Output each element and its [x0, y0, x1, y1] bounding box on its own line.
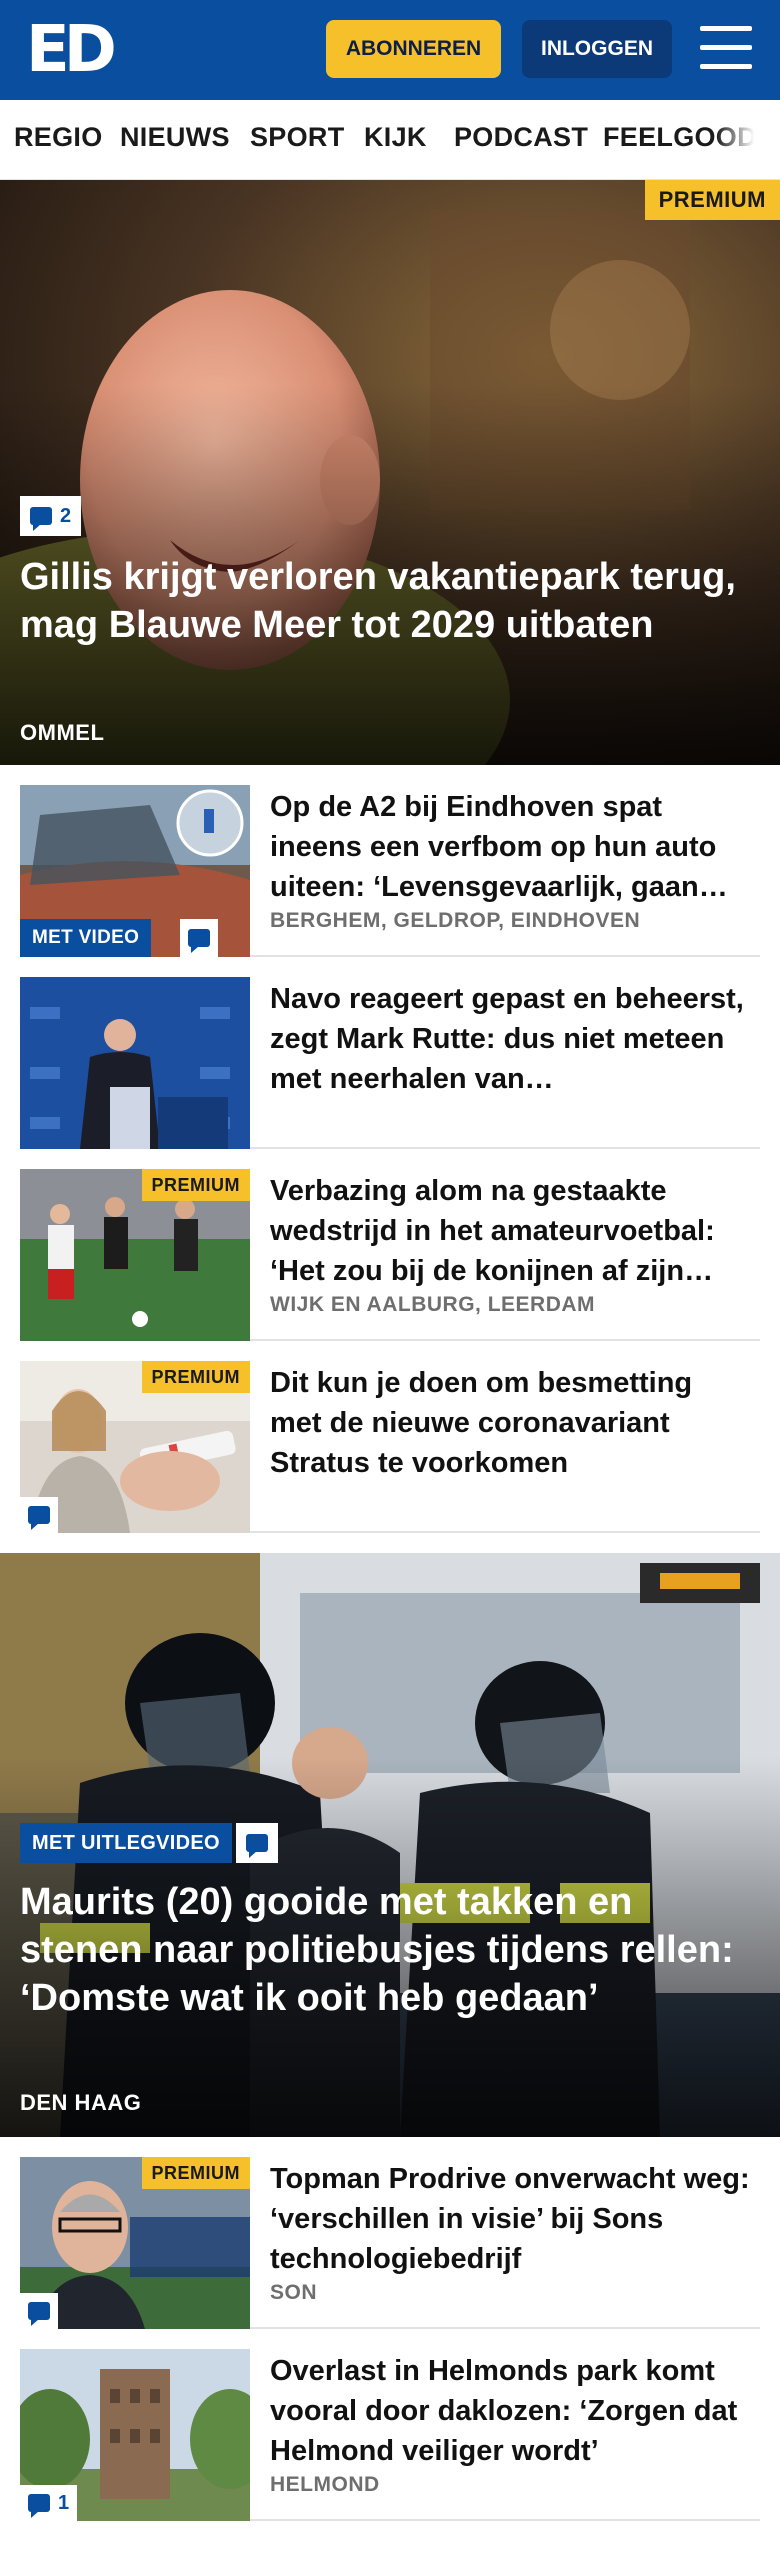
premium-badge: PREMIUM [141, 2157, 250, 2189]
list-item[interactable]: PREMIUM Topman Prodrive onverwacht weg: … [20, 2157, 760, 2329]
premium-badge: PREMIUM [141, 1361, 250, 1393]
comment-bubble-icon [28, 2494, 50, 2518]
article-location: SON [270, 2281, 318, 2304]
ed-logo[interactable]: ED [26, 18, 117, 82]
subscribe-button[interactable]: ABONNEREN [326, 20, 501, 78]
article-location: BERGHEM, GELDROP, EINDHOVEN [270, 909, 641, 932]
comment-bubble-icon [28, 1506, 50, 1530]
nav-item-regio[interactable]: REGIO [14, 122, 103, 153]
article-title[interactable]: Op de A2 bij Eindhoven spat ineens een v… [270, 787, 750, 907]
comment-count: 2 [60, 504, 72, 527]
nav-fade [716, 100, 780, 179]
premium-badge: PREMIUM [644, 180, 780, 220]
comment-bubble-icon [28, 2302, 50, 2326]
list-item[interactable]: Navo reageert gepast en beheerst, zegt M… [20, 977, 760, 1149]
comment-bubble-icon [188, 929, 210, 953]
article-thumbnail [20, 977, 250, 1149]
list-item[interactable]: 1 Overlast in Helmonds park komt vooral … [20, 2349, 760, 2521]
nav-item-nieuws[interactable]: NIEUWS [120, 122, 230, 153]
hero-headline[interactable]: Gillis krijgt verloren vakantiepark teru… [20, 553, 750, 649]
hero-location: OMMEL [20, 720, 105, 745]
article-title[interactable]: Dit kun je doen om besmetting met de nie… [270, 1363, 750, 1483]
video-label: MET UITLEGVIDEO [20, 1823, 232, 1863]
comment-bubble-icon [246, 1834, 268, 1858]
hero-article-gillis[interactable]: PREMIUM 2 Gillis krijgt verloren vakanti… [0, 180, 780, 765]
nav-item-kijk[interactable]: KIJK [364, 122, 427, 153]
article-title[interactable]: Navo reageert gepast en beheerst, zegt M… [270, 979, 750, 1099]
comment-count-badge[interactable]: 2 [20, 496, 82, 536]
article-location: HELMOND [270, 2473, 380, 2496]
top-header: ED ABONNEREN INLOGGEN [0, 0, 780, 100]
hero-location: DEN HAAG [20, 2090, 142, 2115]
article-thumbnail: 1 [20, 2349, 250, 2521]
comment-count: 1 [58, 2491, 70, 2514]
login-button[interactable]: INLOGGEN [522, 20, 672, 78]
section-nav: REGIO NIEUWS SPORT KIJK PODCAST FEELGOOD… [0, 100, 780, 180]
comment-badge[interactable] [20, 2293, 58, 2329]
list-item[interactable]: PREMIUM Dit kun je doen om besmetting me… [20, 1361, 760, 1533]
article-thumbnail: PREMIUM [20, 2157, 250, 2329]
article-thumbnail: PREMIUM [20, 1169, 250, 1341]
comment-badge[interactable] [20, 1497, 58, 1533]
video-label: MET VIDEO [20, 919, 152, 957]
list-item[interactable]: MET VIDEO Op de A2 bij Eindhoven spat in… [20, 785, 760, 957]
article-title[interactable]: Overlast in Helmonds park komt vooral do… [270, 2351, 750, 2471]
comment-badge[interactable] [236, 1823, 278, 1863]
article-location: WIJK EN AALBURG, LEERDAM [270, 1293, 596, 1316]
hero-article-maurits[interactable]: MET UITLEGVIDEO Maurits (20) gooide met … [0, 1553, 780, 2137]
article-thumbnail: MET VIDEO [20, 785, 250, 957]
hamburger-menu-icon[interactable] [700, 26, 752, 70]
comment-badge[interactable] [180, 919, 218, 957]
comment-bubble-icon [30, 507, 52, 531]
hero-gradient [0, 180, 780, 765]
nav-item-podcast[interactable]: PODCAST [454, 122, 588, 153]
logo-text: ED [26, 13, 117, 87]
article-thumbnail: PREMIUM [20, 1361, 250, 1533]
hero-headline[interactable]: Maurits (20) gooide met takken en stenen… [20, 1878, 750, 2022]
nav-item-sport[interactable]: SPORT [250, 122, 345, 153]
list-item[interactable]: PREMIUM Verbazing alom na gestaakte weds… [20, 1169, 760, 1341]
comment-count-badge[interactable]: 1 [20, 2485, 78, 2521]
article-title[interactable]: Verbazing alom na gestaakte wedstrijd in… [270, 1171, 750, 1291]
premium-badge: PREMIUM [141, 1169, 250, 1201]
article-title[interactable]: Topman Prodrive onverwacht weg: ‘verschi… [270, 2159, 750, 2279]
